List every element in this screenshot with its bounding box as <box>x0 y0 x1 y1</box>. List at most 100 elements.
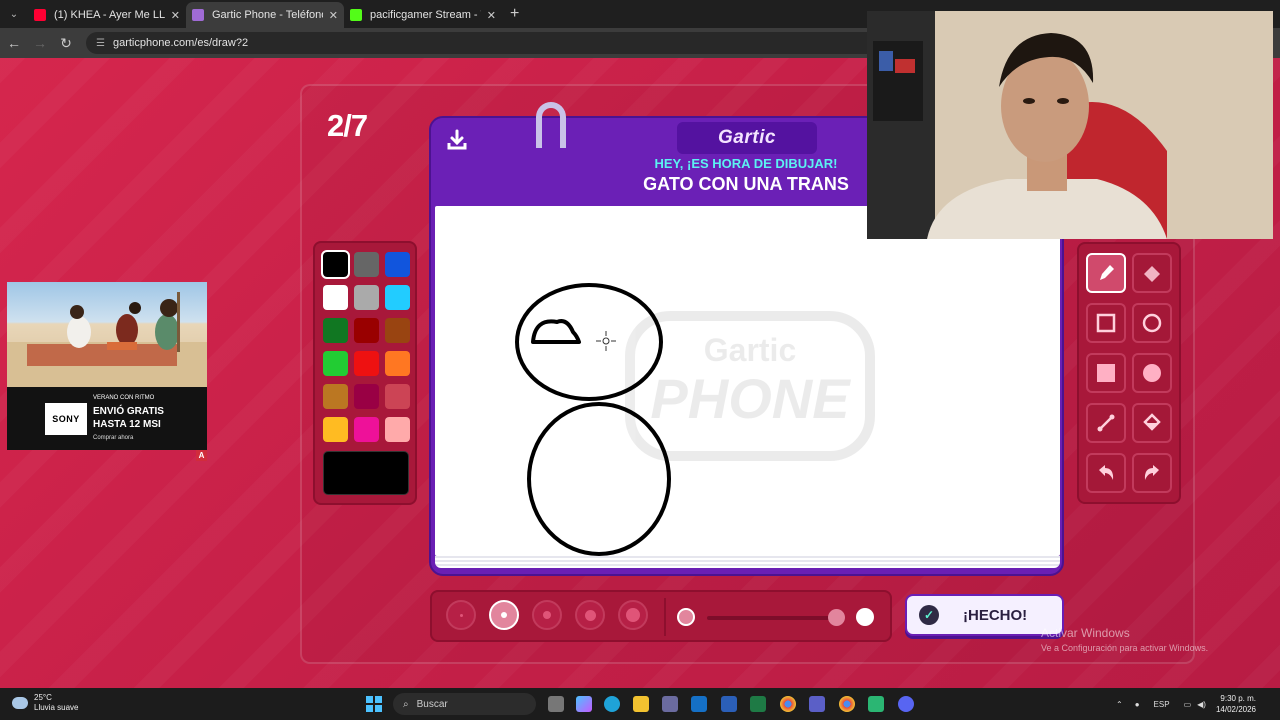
excel-icon[interactable] <box>750 696 766 712</box>
tool-panel <box>1077 242 1181 504</box>
chrome-icon[interactable] <box>780 696 796 712</box>
ad-cta-link[interactable]: Comprar ahora <box>93 435 133 441</box>
color-swatch[interactable] <box>385 285 410 310</box>
youtube-icon <box>34 9 46 21</box>
canvas-drawing: Gartic PHONE <box>515 283 875 556</box>
undo-icon[interactable] <box>1086 453 1126 493</box>
brush-size-1[interactable] <box>446 600 476 630</box>
webcam-streamer-image <box>867 11 1273 239</box>
fill-bucket-icon[interactable] <box>1132 403 1172 443</box>
color-swatch[interactable] <box>354 417 379 442</box>
drawing-canvas[interactable]: Gartic PHONE <box>435 206 1060 556</box>
activate-windows-subtitle: Ve a Configuración para activar Windows. <box>1041 643 1209 653</box>
drawn-body-circle <box>527 402 671 556</box>
eraser-icon[interactable] <box>1132 253 1172 293</box>
show-hidden-icons-icon[interactable]: ⌃ <box>1116 700 1123 709</box>
task-view-icon[interactable] <box>548 696 564 712</box>
browser-tab-gartic[interactable]: Gartic Phone - Teléfono Descon ✕ <box>186 2 344 28</box>
color-swatch[interactable] <box>354 384 379 409</box>
ad-subtitle: VERANO CON RITMO <box>93 395 155 401</box>
square-outline-icon[interactable] <box>1086 303 1126 343</box>
brush-size-2[interactable] <box>489 600 519 630</box>
color-swatch[interactable] <box>385 417 410 442</box>
language-indicator[interactable]: ESP <box>1154 700 1170 709</box>
redo-icon[interactable] <box>1132 453 1172 493</box>
sony-logo: SONY <box>45 403 87 435</box>
tab-search-chevron-icon[interactable]: ⌄ <box>0 0 28 28</box>
color-swatch[interactable] <box>323 417 348 442</box>
close-tab-icon[interactable]: ✕ <box>329 9 338 22</box>
word-icon[interactable] <box>721 696 737 712</box>
copilot-icon[interactable] <box>576 696 592 712</box>
opacity-max-indicator <box>856 608 874 626</box>
close-tab-icon[interactable]: ✕ <box>171 9 180 22</box>
brush-size-3[interactable] <box>532 600 562 630</box>
ad-text-panel: SONY VERANO CON RITMO ENVIÓ GRATIS HASTA… <box>7 387 207 450</box>
checkmark-icon: ✓ <box>919 605 939 625</box>
ad-choices-badge[interactable]: A <box>196 450 207 461</box>
color-palette <box>313 241 417 505</box>
microphone-icon[interactable]: ● <box>1135 700 1140 709</box>
color-swatch[interactable] <box>354 318 379 343</box>
ad-headline: ENVIÓ GRATIS HASTA 12 MSI <box>93 406 164 430</box>
pencil-icon[interactable] <box>1086 253 1126 293</box>
circle-outline-icon[interactable] <box>1132 303 1172 343</box>
taskbar-clock[interactable]: 9:30 p. m. 14/02/2026 <box>1216 693 1256 715</box>
paper-clip-hook <box>536 102 566 148</box>
color-swatch[interactable] <box>385 318 410 343</box>
color-swatch[interactable] <box>385 252 410 277</box>
color-swatch[interactable] <box>323 351 348 376</box>
chrome-active-icon[interactable] <box>839 696 855 712</box>
new-tab-plus-icon[interactable]: + <box>510 5 519 23</box>
color-swatch[interactable] <box>323 318 348 343</box>
file-explorer-icon[interactable] <box>633 696 649 712</box>
discord-icon[interactable] <box>898 696 914 712</box>
prompt-header: HEY, ¡ES HORA DE DIBUJAR! <box>654 156 838 171</box>
url-field[interactable]: ☰ garticphone.com/es/draw?2 <box>86 32 946 54</box>
opacity-slider-handle[interactable] <box>828 609 845 626</box>
prompt-text: GATO CON UNA TRANS <box>643 174 849 194</box>
circle-filled-icon[interactable] <box>1132 353 1172 393</box>
search-icon: ⌕ <box>403 698 409 710</box>
reload-icon[interactable]: ↻ <box>54 35 78 52</box>
taskbar-search-box[interactable]: ⌕ Buscar <box>393 693 536 715</box>
brush-size-4[interactable] <box>575 600 605 630</box>
store-icon[interactable] <box>662 696 678 712</box>
opacity-slider-track[interactable] <box>707 616 837 620</box>
brush-size-5[interactable] <box>618 600 648 630</box>
forward-arrow-icon[interactable]: → <box>28 35 52 51</box>
color-swatch[interactable] <box>354 351 379 376</box>
activate-windows-title: Activar Windows <box>1041 626 1130 640</box>
back-arrow-icon[interactable]: ← <box>2 35 26 51</box>
current-color-preview <box>323 451 409 495</box>
color-swatch[interactable] <box>354 285 379 310</box>
done-button-label: ¡HECHO! <box>963 606 1028 624</box>
volume-icon[interactable]: ◀) <box>1197 700 1206 709</box>
network-icon[interactable]: ▭ <box>1184 700 1192 709</box>
line-icon[interactable] <box>1086 403 1126 443</box>
app-icon[interactable] <box>868 696 884 712</box>
opacity-min-indicator <box>677 608 695 626</box>
color-swatch[interactable] <box>385 384 410 409</box>
color-swatch[interactable] <box>385 351 410 376</box>
weather-text: Lluvia suave <box>34 703 79 712</box>
temperature-text: 25°C <box>34 693 52 702</box>
windows-start-icon[interactable] <box>366 696 382 712</box>
close-tab-icon[interactable]: ✕ <box>487 9 496 22</box>
outlook-icon[interactable] <box>691 696 707 712</box>
color-swatch[interactable] <box>321 250 350 279</box>
browser-tab-kick[interactable]: pacificgamer Stream - Watch Li ✕ <box>344 2 502 28</box>
advertisement[interactable]: SONY VERANO CON RITMO ENVIÓ GRATIS HASTA… <box>7 282 207 450</box>
browser-tab-khea[interactable]: (1) KHEA - Ayer Me LLamó Mi E ✕ <box>28 2 186 28</box>
color-swatch[interactable] <box>323 384 348 409</box>
teams-icon[interactable] <box>809 696 825 712</box>
color-swatch[interactable] <box>323 285 348 310</box>
edge-icon[interactable] <box>604 696 620 712</box>
crosshair-cursor-icon <box>596 331 616 351</box>
download-icon[interactable] <box>445 128 469 152</box>
weather-widget[interactable]: 25°C Lluvia suave <box>12 693 78 713</box>
site-info-icon[interactable]: ☰ <box>96 38 105 49</box>
color-swatch[interactable] <box>354 252 379 277</box>
search-placeholder: Buscar <box>416 698 448 710</box>
square-filled-icon[interactable] <box>1086 353 1126 393</box>
